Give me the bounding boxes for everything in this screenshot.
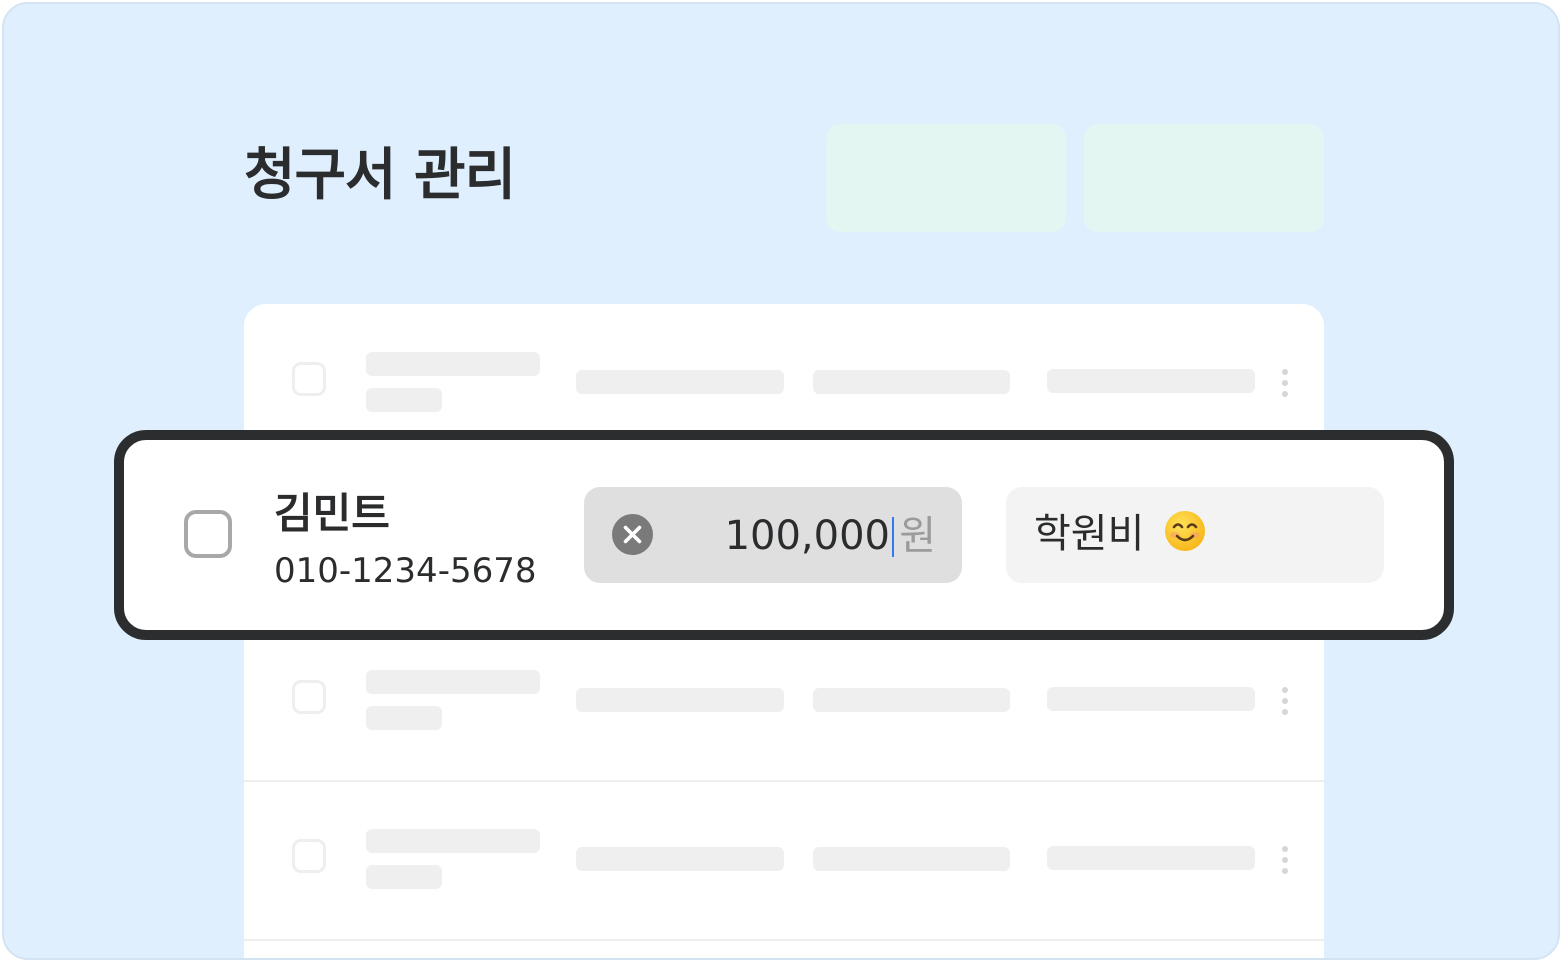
more-options-icon[interactable] — [1282, 846, 1288, 874]
table-row[interactable] — [244, 622, 1324, 782]
skeleton-name — [366, 670, 540, 694]
skeleton-cell — [576, 847, 784, 871]
skeleton-subtext — [366, 865, 442, 889]
skeleton-cell — [576, 370, 784, 394]
skeleton-cell — [813, 847, 1010, 871]
table-row[interactable] — [244, 781, 1324, 941]
header-action-button-1[interactable] — [826, 124, 1066, 232]
skeleton-name — [366, 352, 540, 376]
skeleton-cell — [1047, 687, 1255, 711]
header-action-button-2[interactable] — [1084, 124, 1324, 232]
skeleton-cell — [813, 688, 1010, 712]
text-caret — [892, 517, 894, 557]
customer-name: 김민트 — [274, 489, 390, 538]
row-checkbox[interactable] — [184, 510, 232, 558]
row-checkbox[interactable] — [292, 680, 326, 714]
skeleton-name — [366, 829, 540, 853]
smiling-face-icon — [1165, 511, 1205, 551]
close-circle-icon[interactable] — [612, 514, 653, 555]
page-title: 청구서 관리 — [244, 143, 516, 208]
skeleton-cell — [1047, 846, 1255, 870]
row-checkbox[interactable] — [292, 362, 326, 396]
memo-input[interactable]: 학원비 — [1006, 487, 1384, 583]
more-options-icon[interactable] — [1282, 369, 1288, 397]
customer-phone: 010-1234-5678 — [274, 551, 537, 591]
amount-value: 100,000 — [724, 513, 890, 559]
memo-value: 학원비 — [1034, 511, 1145, 557]
more-options-icon[interactable] — [1282, 687, 1288, 715]
skeleton-subtext — [366, 706, 442, 730]
amount-input[interactable]: 100,000 원 — [584, 487, 962, 583]
skeleton-subtext — [366, 388, 442, 412]
invoice-row-highlighted[interactable]: 김민트 010-1234-5678 100,000 원 학원비 — [114, 430, 1454, 640]
skeleton-cell — [576, 688, 784, 712]
currency-unit: 원 — [899, 513, 936, 559]
row-checkbox[interactable] — [292, 839, 326, 873]
app-frame: 청구서 관리 김민트 010-1234-5678 100,000 원 학원비 — [2, 2, 1560, 960]
skeleton-cell — [1047, 369, 1255, 393]
skeleton-cell — [813, 370, 1010, 394]
